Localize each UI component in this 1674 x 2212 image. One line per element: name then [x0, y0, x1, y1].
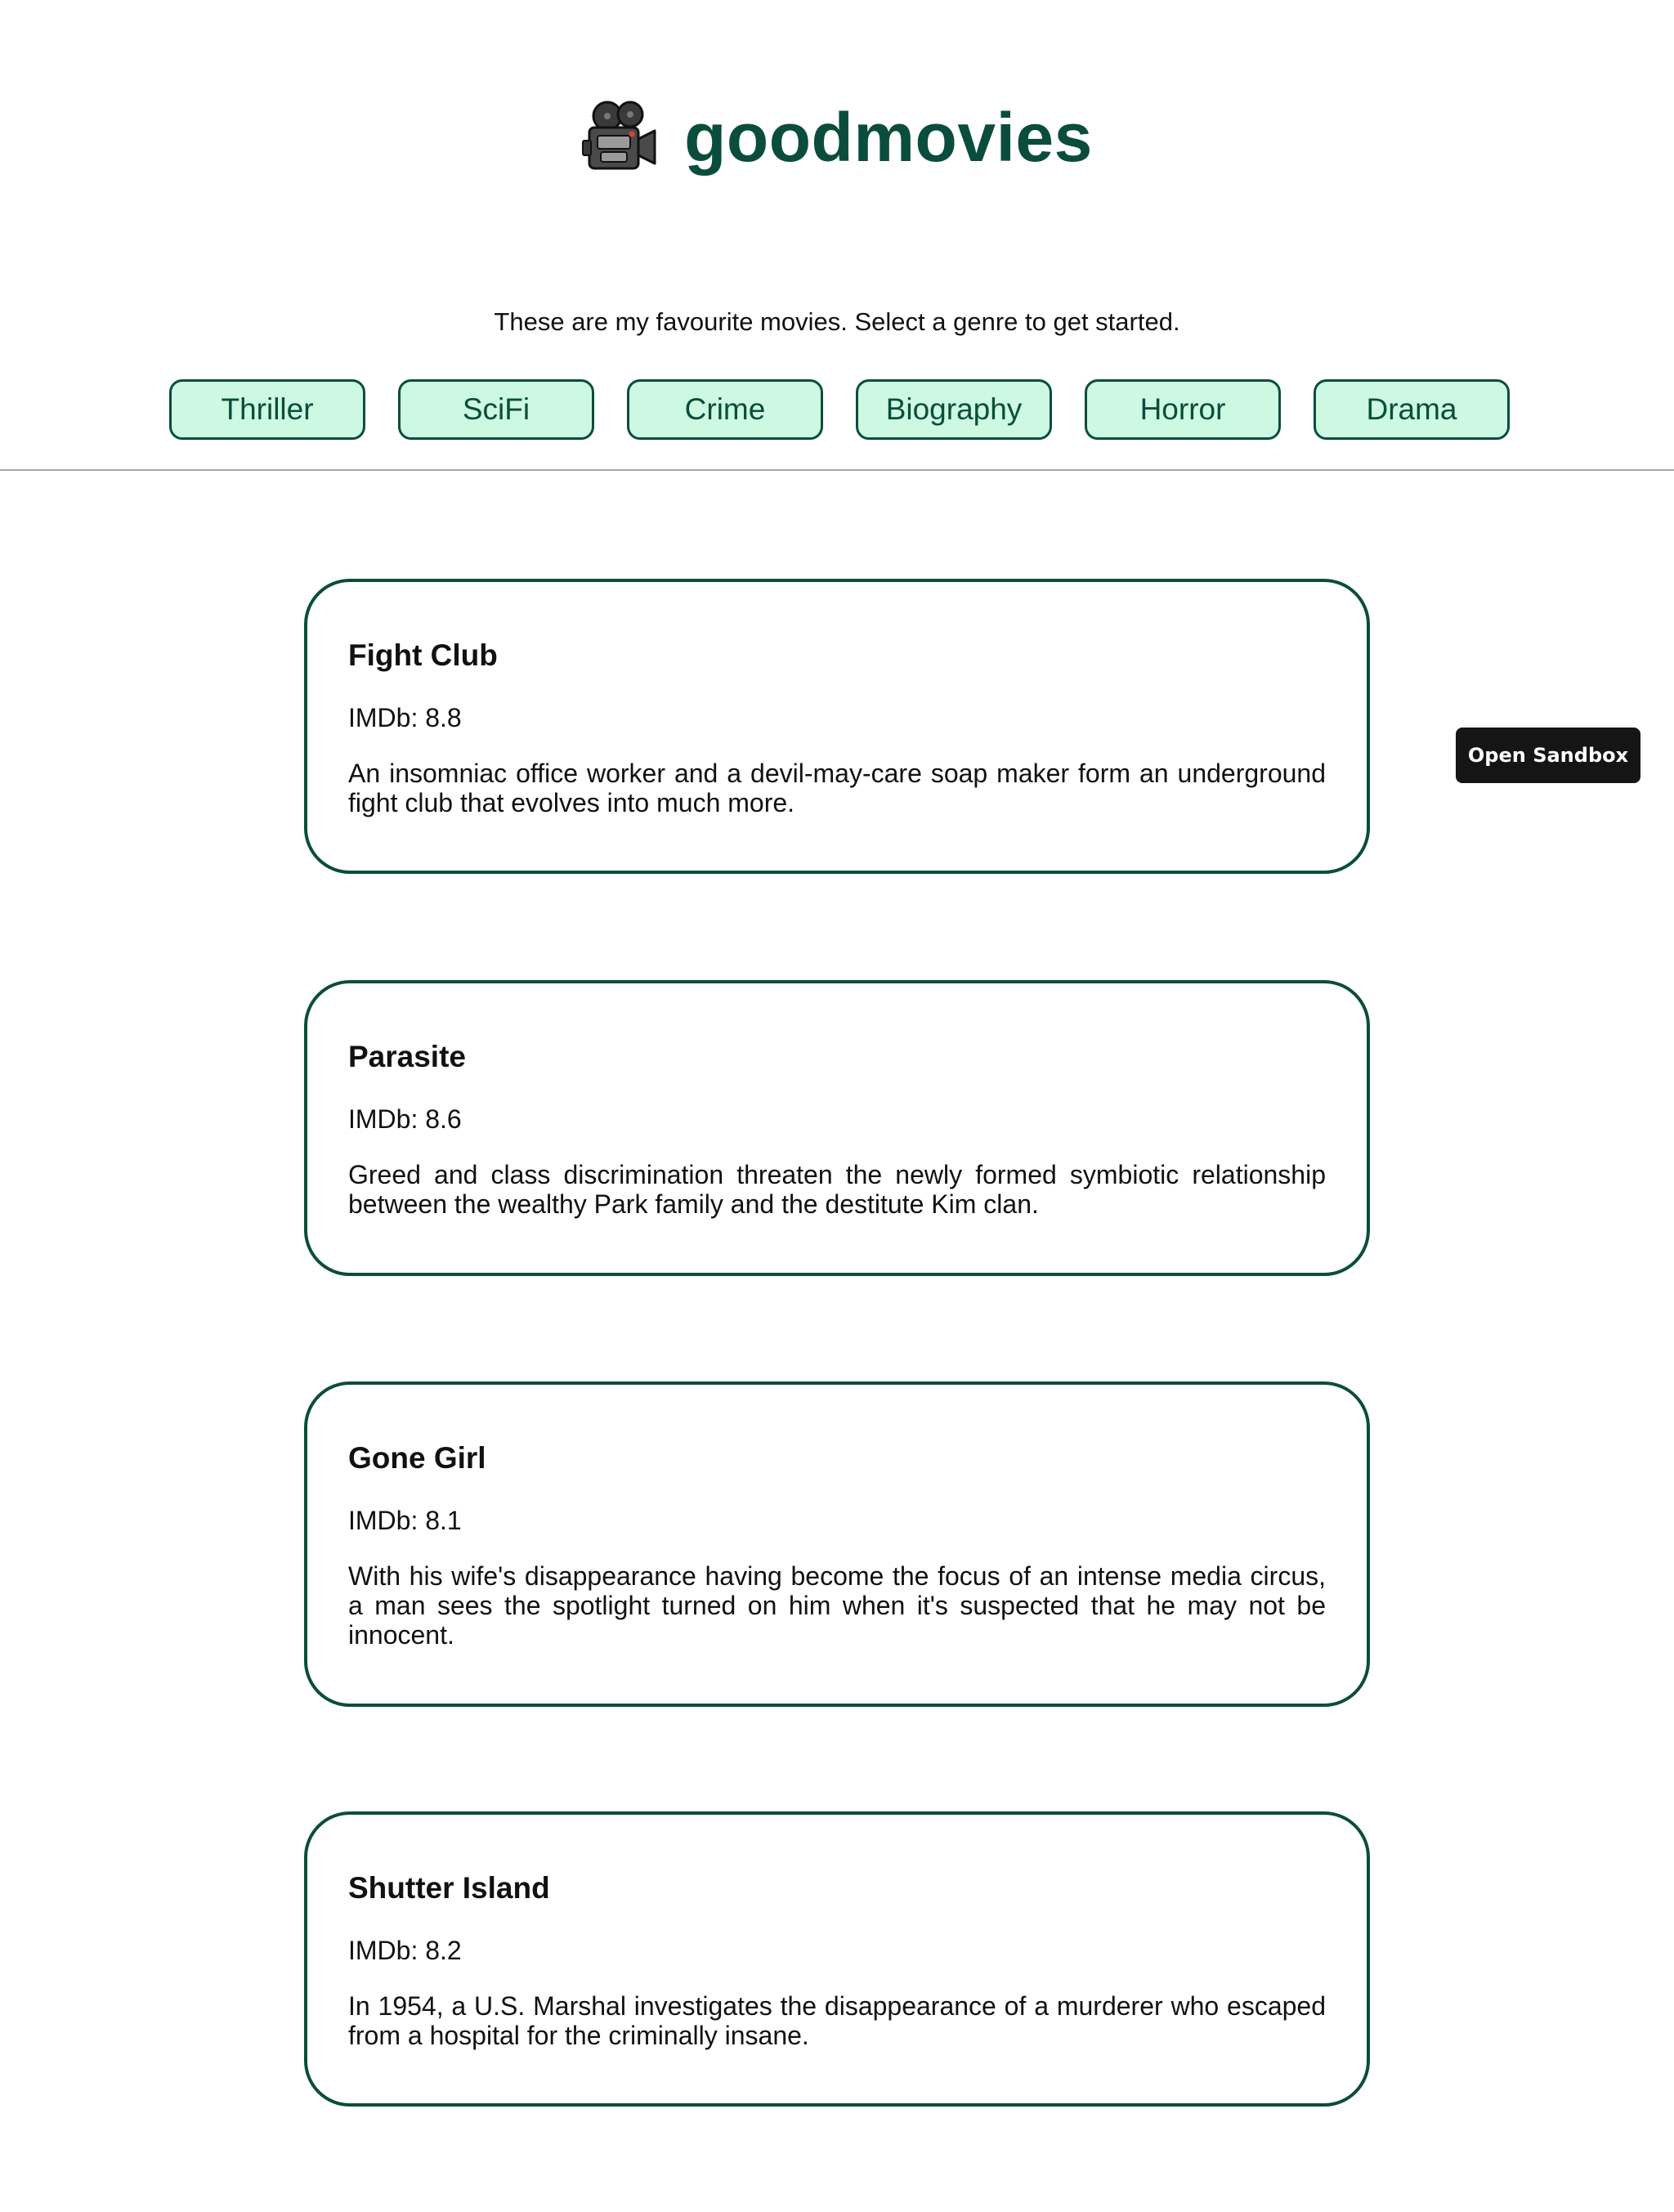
open-sandbox-button[interactable]: Open Sandbox [1456, 728, 1640, 783]
movie-rating: IMDb: 8.8 [348, 703, 462, 732]
movie-title: Gone Girl [348, 1441, 486, 1475]
site-header: goodmovies [0, 98, 1674, 177]
genre-button-thriller[interactable]: Thriller [169, 379, 365, 440]
movie-title: Shutter Island [348, 1871, 550, 1905]
genre-button-scifi[interactable]: SciFi [398, 379, 594, 440]
movie-rating: IMDb: 8.1 [348, 1506, 462, 1535]
movie-card: Parasite IMDb: 8.6 Greed and class discr… [304, 980, 1370, 1276]
genre-button-group: Thriller SciFi Crime Biography Horror Dr… [169, 379, 1510, 440]
movie-description: Greed and class discrimination threaten … [348, 1160, 1326, 1219]
genre-button-horror[interactable]: Horror [1085, 379, 1281, 440]
site-title: goodmovies [684, 99, 1093, 176]
movie-rating: IMDb: 8.6 [348, 1104, 462, 1134]
movie-description: In 1954, a U.S. Marshal investigates the… [348, 1991, 1326, 2050]
header-divider [0, 469, 1674, 471]
genre-button-drama[interactable]: Drama [1314, 379, 1510, 440]
movie-card: Gone Girl IMDb: 8.1 With his wife's disa… [304, 1381, 1370, 1707]
movie-rating: IMDb: 8.2 [348, 1936, 462, 1965]
movie-description: With his wife's disappearance having bec… [348, 1561, 1326, 1650]
page: goodmovies These are my favourite movies… [0, 0, 1674, 2212]
movie-title: Fight Club [348, 638, 498, 672]
genre-button-crime[interactable]: Crime [627, 379, 823, 440]
genre-button-biography[interactable]: Biography [856, 379, 1052, 440]
movie-card: Fight Club IMDb: 8.8 An insomniac office… [304, 579, 1370, 874]
movie-card: Shutter Island IMDb: 8.2 In 1954, a U.S.… [304, 1811, 1370, 2107]
movie-camera-icon [582, 101, 656, 170]
movie-title: Parasite [348, 1040, 466, 1073]
movie-description: An insomniac office worker and a devil-m… [348, 759, 1326, 817]
tagline: These are my favourite movies. Select a … [494, 307, 1180, 336]
